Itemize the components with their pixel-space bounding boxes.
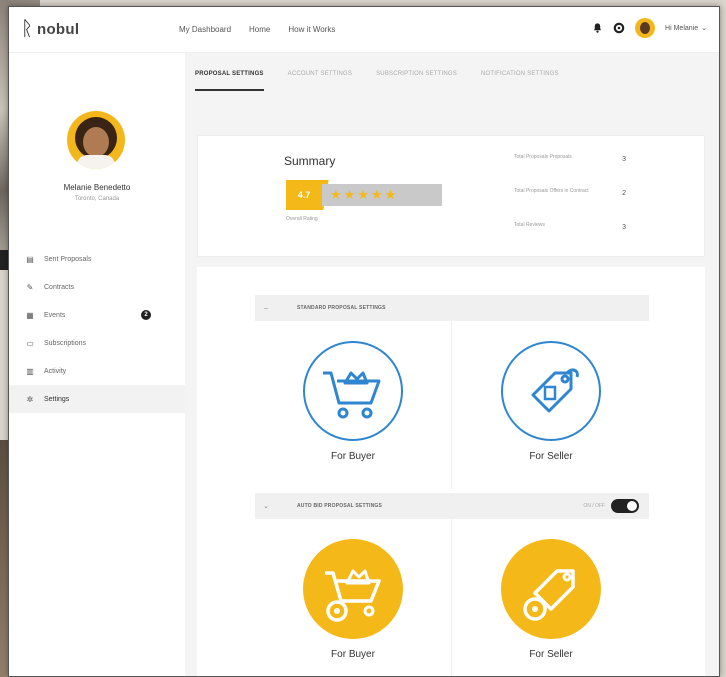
summary-title: Summary xyxy=(284,154,336,168)
proposal-settings-panel: – STANDARD PROPOSAL SETTINGS For Buyer F… xyxy=(197,267,705,676)
logo-mark-icon: ᚱ xyxy=(21,18,33,40)
sidebar-item-label: Events xyxy=(44,311,66,319)
stat-row: Total Reviews 3 xyxy=(514,222,626,256)
chart-icon: ▥ xyxy=(26,366,34,376)
sidebar-item-label: Contracts xyxy=(44,283,74,291)
chevron-down-icon: ⌄ xyxy=(701,25,707,32)
rating-score: 4.7 xyxy=(286,180,322,210)
toggle-label: ON / OFF xyxy=(583,503,605,509)
autobid-buyer-card[interactable]: For Buyer xyxy=(255,519,451,676)
sidebar-item-label: Subscriptions xyxy=(44,339,87,347)
nav-home[interactable]: Home xyxy=(249,25,270,34)
star-icon: ★ xyxy=(357,187,369,202)
stat-row: Total Proposals Proposals 3 xyxy=(514,154,626,188)
card-label: For Buyer xyxy=(331,649,375,660)
sidebar-item-label: Settings xyxy=(44,395,70,403)
settings-tabs: PROPOSAL SETTINGS ACCOUNT SETTINGS SUBSC… xyxy=(195,71,559,91)
sidebar-item-label: Sent Proposals xyxy=(44,255,92,263)
stat-label: Total Proposals Offers in Contract xyxy=(514,188,589,194)
star-half-icon: ★ xyxy=(384,187,397,202)
sidebar-item-subscriptions[interactable]: ▭ Subscriptions xyxy=(9,329,185,357)
autobid-tag-icon xyxy=(501,539,601,639)
calendar-icon: ▦ xyxy=(26,310,34,320)
sidebar-item-contracts[interactable]: ✎ Contracts xyxy=(9,273,185,301)
profile-location: Toronto, Canada xyxy=(74,196,120,202)
buyer-cart-icon xyxy=(303,341,403,441)
nav-dashboard[interactable]: My Dashboard xyxy=(179,25,231,34)
sidebar-item-events[interactable]: ▦ Events 2 xyxy=(9,301,185,329)
section-title: STANDARD PROPOSAL SETTINGS xyxy=(297,305,386,311)
stat-value: 2 xyxy=(622,190,626,197)
star-icon: ★ xyxy=(343,187,356,202)
stat-row: Total Proposals Offers in Contract 2 xyxy=(514,188,626,222)
sidebar-item-sent-proposals[interactable]: ▤ Sent Proposals xyxy=(9,245,185,273)
profile-name: Melanie Benedetto xyxy=(63,183,131,192)
pencil-icon: ✎ xyxy=(26,282,34,292)
user-controls: Hi Melanie ⌄ xyxy=(592,18,707,38)
standard-seller-card[interactable]: For Seller xyxy=(453,321,649,489)
stat-label: Total Proposals Proposals xyxy=(514,154,572,160)
stat-value: 3 xyxy=(622,224,626,231)
logo-wordmark: nobul xyxy=(37,20,80,38)
seller-tag-icon xyxy=(501,341,601,441)
star-icon: ★ xyxy=(330,187,342,202)
tab-subscription-settings[interactable]: SUBSCRIPTION SETTINGS xyxy=(376,71,457,91)
card-icon: ▭ xyxy=(26,338,34,348)
top-bar: ᚱ nobul My Dashboard Home How it Works H… xyxy=(9,7,719,53)
user-menu[interactable]: Hi Melanie ⌄ xyxy=(665,24,707,33)
tab-notification-settings[interactable]: NOTIFICATION SETTINGS xyxy=(481,71,559,91)
main-nav: My Dashboard Home How it Works xyxy=(179,25,335,34)
bell-icon[interactable] xyxy=(592,22,603,34)
standard-settings-header[interactable]: – STANDARD PROPOSAL SETTINGS xyxy=(255,295,649,321)
file-icon: ▤ xyxy=(26,254,34,264)
autobid-toggle[interactable] xyxy=(611,499,639,513)
user-avatar[interactable] xyxy=(635,18,656,38)
events-badge: 2 xyxy=(141,310,151,320)
chevron-down-icon: ⌄ xyxy=(263,503,269,510)
rating-badge: 4.7 ★ ★ ★ ★ ★ xyxy=(286,180,450,210)
rating-stars: ★ ★ ★ ★ ★ xyxy=(322,184,442,206)
main-content: PROPOSAL SETTINGS ACCOUNT SETTINGS SUBSC… xyxy=(185,53,719,676)
autobid-settings-header[interactable]: ⌄ AUTO BID PROPOSAL SETTINGS ON / OFF xyxy=(255,493,649,519)
screenshot-stage: ᚱ nobul My Dashboard Home How it Works H… xyxy=(0,0,726,677)
gear-icon: ✲ xyxy=(26,394,34,404)
autobid-seller-card[interactable]: For Seller xyxy=(453,519,649,676)
summary-stats: Total Proposals Proposals 3 Total Propos… xyxy=(514,154,626,256)
gear-icon[interactable] xyxy=(613,22,625,34)
summary-card: Summary 4.7 ★ ★ ★ ★ ★ Overall Rating Tot… xyxy=(197,135,705,257)
stat-label: Total Reviews xyxy=(514,222,545,228)
card-label: For Buyer xyxy=(331,451,375,462)
rating-label: Overall Rating xyxy=(286,216,318,222)
autobid-cart-icon xyxy=(303,539,403,639)
sidebar-item-settings[interactable]: ✲ Settings xyxy=(9,385,185,413)
card-label: For Seller xyxy=(529,649,573,660)
tab-proposal-settings[interactable]: PROPOSAL SETTINGS xyxy=(195,71,264,91)
collapse-icon: – xyxy=(264,304,268,312)
sidebar-menu: ▤ Sent Proposals ✎ Contracts ▦ Events 2 … xyxy=(9,245,185,413)
logo[interactable]: ᚱ nobul xyxy=(21,18,80,40)
nav-how-it-works[interactable]: How it Works xyxy=(288,25,335,34)
tab-account-settings[interactable]: ACCOUNT SETTINGS xyxy=(288,71,352,91)
sidebar-item-label: Activity xyxy=(44,367,67,375)
standard-buyer-card[interactable]: For Buyer xyxy=(255,321,451,489)
sidebar-item-activity[interactable]: ▥ Activity xyxy=(9,357,185,385)
section-title: AUTO BID PROPOSAL SETTINGS xyxy=(297,503,383,509)
card-label: For Seller xyxy=(529,451,573,462)
profile-avatar xyxy=(67,111,125,169)
sidebar: Melanie Benedetto Toronto, Canada ▤ Sent… xyxy=(9,53,185,676)
user-greeting: Hi Melanie xyxy=(665,24,699,32)
stat-value: 3 xyxy=(622,156,626,163)
star-icon: ★ xyxy=(370,187,383,202)
app-window: ᚱ nobul My Dashboard Home How it Works H… xyxy=(8,6,720,677)
